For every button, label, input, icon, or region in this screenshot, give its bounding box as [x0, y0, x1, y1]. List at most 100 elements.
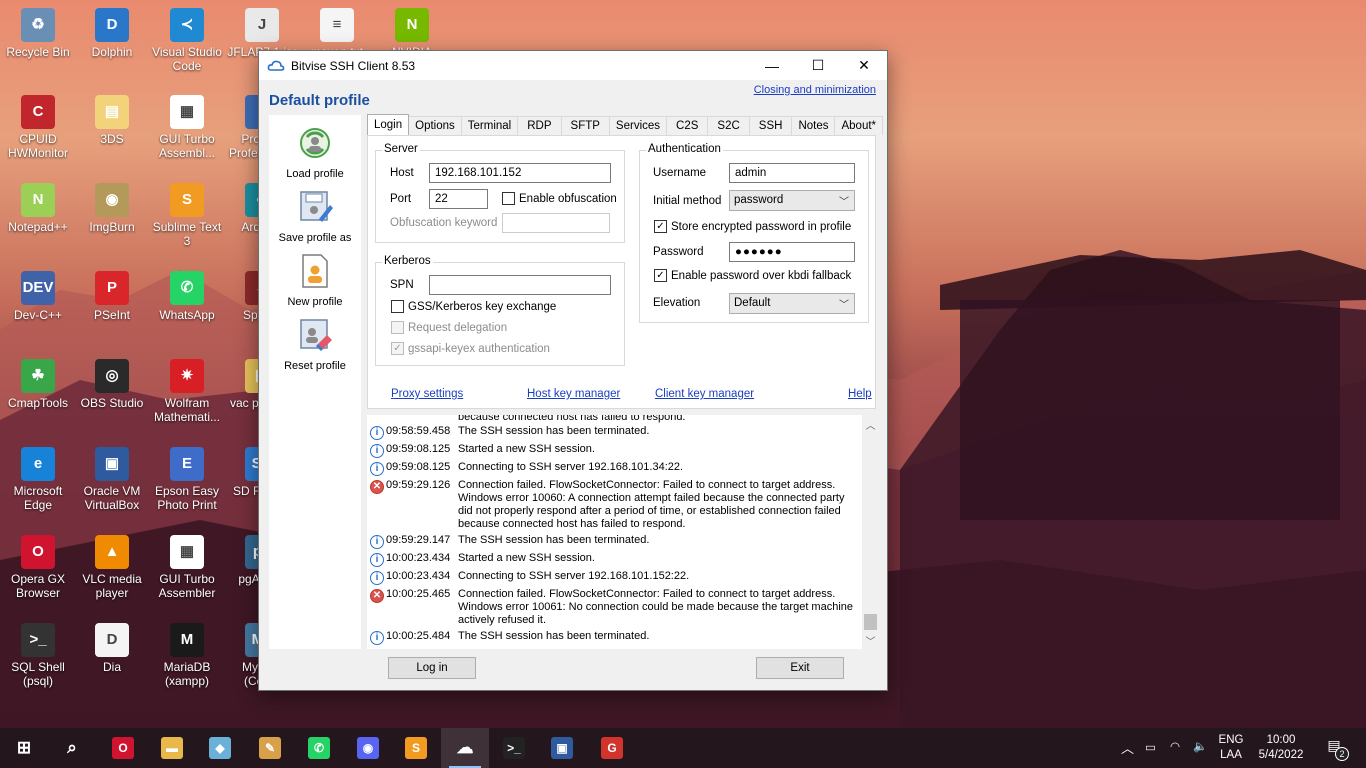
desktop-icon-opera-gx[interactable]: O Opera GX Browser [0, 535, 76, 600]
log-panel[interactable]: because connected host has failed to res… [367, 415, 879, 649]
store-password-checkbox[interactable]: ✓ Store encrypted password in profile [654, 220, 851, 233]
desktop-icon-whatsapp[interactable]: ✆ WhatsApp [149, 271, 225, 322]
taskbar-file-explorer[interactable]: ▬ [148, 728, 196, 768]
kbdi-fallback-checkbox[interactable]: ✓ Enable password over kbdi fallback [654, 269, 851, 282]
host-key-manager-link[interactable]: Host key manager [527, 388, 620, 400]
desktop-icon-microsoft-edge[interactable]: e Microsoft Edge [0, 447, 76, 512]
desktop-icon-sql-shell[interactable]: >_ SQL Shell (psql) [0, 623, 76, 688]
enable-obfuscation-checkbox[interactable]: Enable obfuscation [502, 192, 617, 205]
wolfram-icon: ✷ [170, 359, 204, 393]
volume-icon[interactable]: 🔈 [1193, 740, 1207, 755]
desktop-icon-label: GUI Turbo Assembler [158, 572, 216, 600]
login-button[interactable]: Log in [388, 657, 476, 679]
wifi-icon[interactable]: ◠ [1170, 740, 1180, 755]
log-scrollbar[interactable]: ︿ ﹀ [862, 415, 879, 649]
title-bar[interactable]: Bitvise SSH Client 8.53 — ☐ ✕ [259, 51, 887, 80]
tab-terminal[interactable]: Terminal [460, 116, 519, 135]
desktop-icon-oracle-vm[interactable]: ▣ Oracle VM VirtualBox [74, 447, 150, 512]
tab-rdp[interactable]: RDP [517, 116, 562, 135]
taskbar-search[interactable]: ⌕ [48, 728, 96, 768]
tab-sftp[interactable]: SFTP [560, 116, 610, 135]
taskbar-terminal[interactable]: >_ [490, 728, 538, 768]
tab-s2c[interactable]: S2C [707, 116, 750, 135]
battery-icon[interactable]: ▭ [1145, 741, 1156, 756]
save-profile-as-button[interactable]: Save profile as [269, 189, 361, 244]
taskbar-whatsapp[interactable]: ✆ [295, 728, 343, 768]
tab-notes[interactable]: Notes [791, 116, 836, 135]
taskbar-opera[interactable]: O [99, 728, 147, 768]
desktop-icon-obs-studio[interactable]: ◎ OBS Studio [74, 359, 150, 410]
request-delegation-checkbox[interactable]: Request delegation [391, 321, 507, 334]
language-indicator[interactable]: ENG LAA [1214, 733, 1248, 763]
taskbar-sublime[interactable]: S [392, 728, 440, 768]
microsoft-edge-icon: e [21, 447, 55, 481]
password-input[interactable] [729, 242, 855, 262]
tab-ssh[interactable]: SSH [748, 116, 793, 135]
help-link[interactable]: Help [848, 388, 872, 400]
desktop-icon-sublime-text[interactable]: S Sublime Text 3 [149, 183, 225, 248]
username-input[interactable] [729, 163, 855, 183]
gssapi-keyex-checkbox[interactable]: ✓ gssapi-keyex authentication [391, 342, 550, 355]
desktop-icon-pseint[interactable]: P PSeInt [74, 271, 150, 322]
desktop-icon-notepadpp[interactable]: N Notepad++ [0, 183, 76, 234]
tab-about[interactable]: About* [834, 116, 884, 135]
scroll-up-icon[interactable]: ︿ [862, 417, 879, 432]
obfuscation-keyword-input[interactable] [502, 213, 610, 233]
desktop-icon-gui-turbo-1[interactable]: ▦ GUI Turbo Assembl... [149, 95, 225, 160]
kerberos-group-label: Kerberos [382, 255, 433, 267]
tab-services[interactable]: Services [608, 116, 668, 135]
desktop-icon-wolfram[interactable]: ✷ Wolfram Mathemati... [149, 359, 225, 424]
chevron-up-icon[interactable]: ︿ [1121, 741, 1134, 756]
taskbar-start[interactable]: ⊞ [0, 728, 48, 768]
reset-profile-button[interactable]: Reset profile [269, 317, 361, 372]
desktop-icon-vlc[interactable]: ▲ VLC media player [74, 535, 150, 600]
port-input[interactable] [429, 189, 488, 209]
desktop-icon-gui-turbo-2[interactable]: ▦ GUI Turbo Assembler [149, 535, 225, 600]
minimize-button[interactable]: — [749, 51, 795, 80]
taskbar-bitvise[interactable]: ☁ [441, 728, 489, 768]
desktop-icon-imgburn[interactable]: ◉ ImgBurn [74, 183, 150, 234]
new-profile-button[interactable]: New profile [269, 253, 361, 308]
gss-kerberos-checkbox[interactable]: GSS/Kerberos key exchange [391, 300, 556, 313]
tab-c2s[interactable]: C2S [666, 116, 709, 135]
obfuscation-keyword-label: Obfuscation keyword [390, 217, 498, 229]
desktop-icon-mariadb[interactable]: M MariaDB (xampp) [149, 623, 225, 688]
tab-login[interactable]: Login [367, 114, 410, 135]
desktop-icon-dev-cpp[interactable]: DEV Dev-C++ [0, 271, 76, 322]
desktop-icon-dolphin[interactable]: D Dolphin [74, 8, 150, 59]
tab-options[interactable]: Options [408, 116, 462, 135]
desktop-icon-recycle-bin[interactable]: ♻ Recycle Bin [0, 8, 76, 59]
taskbar-virtualbox[interactable]: ▣ [538, 728, 586, 768]
host-input[interactable] [429, 163, 611, 183]
scrollbar-thumb[interactable] [864, 614, 877, 630]
clock[interactable]: 10:00 5/4/2022 [1254, 733, 1308, 763]
taskbar-gui-turbo[interactable]: G [588, 728, 636, 768]
desktop-icon-cpuid[interactable]: C CPUID HWMonitor [0, 95, 76, 160]
desktop-icon-label: SQL Shell (psql) [11, 660, 65, 688]
terminal-icon: >_ [503, 737, 525, 759]
opera-gx-icon: O [21, 535, 55, 569]
desktop-icon-dia[interactable]: D Dia [74, 623, 150, 674]
closing-minimization-link[interactable]: Closing and minimization [754, 84, 876, 96]
desktop-icon-visual-studio-code[interactable]: ≺ Visual Studio Code [149, 8, 225, 73]
maximize-button[interactable]: ☐ [795, 51, 841, 80]
taskbar-paint[interactable]: ✎ [246, 728, 294, 768]
elevation-value: Default [734, 297, 771, 309]
exit-button[interactable]: Exit [756, 657, 844, 679]
desktop-icon-3ds[interactable]: ▤ 3DS [74, 95, 150, 146]
taskbar-discord[interactable]: ◉ [344, 728, 392, 768]
scroll-down-icon[interactable]: ﹀ [862, 633, 879, 648]
clock-date: 5/4/2022 [1258, 749, 1304, 761]
client-key-manager-link[interactable]: Client key manager [655, 388, 754, 400]
spn-input[interactable] [429, 275, 611, 295]
initial-method-select[interactable]: password ﹀ [729, 190, 855, 211]
gssapi-keyex-label: gssapi-keyex authentication [408, 342, 550, 355]
proxy-settings-link[interactable]: Proxy settings [391, 388, 463, 400]
desktop-icon-cmaptools[interactable]: ☘ CmapTools [0, 359, 76, 410]
load-profile-button[interactable]: Load profile [269, 125, 361, 180]
initial-method-value: password [734, 194, 784, 206]
elevation-select[interactable]: Default ﹀ [729, 293, 855, 314]
close-button[interactable]: ✕ [841, 51, 887, 80]
desktop-icon-epson-easy[interactable]: E Epson Easy Photo Print [149, 447, 225, 512]
taskbar-notes-app[interactable]: ◆ [196, 728, 244, 768]
